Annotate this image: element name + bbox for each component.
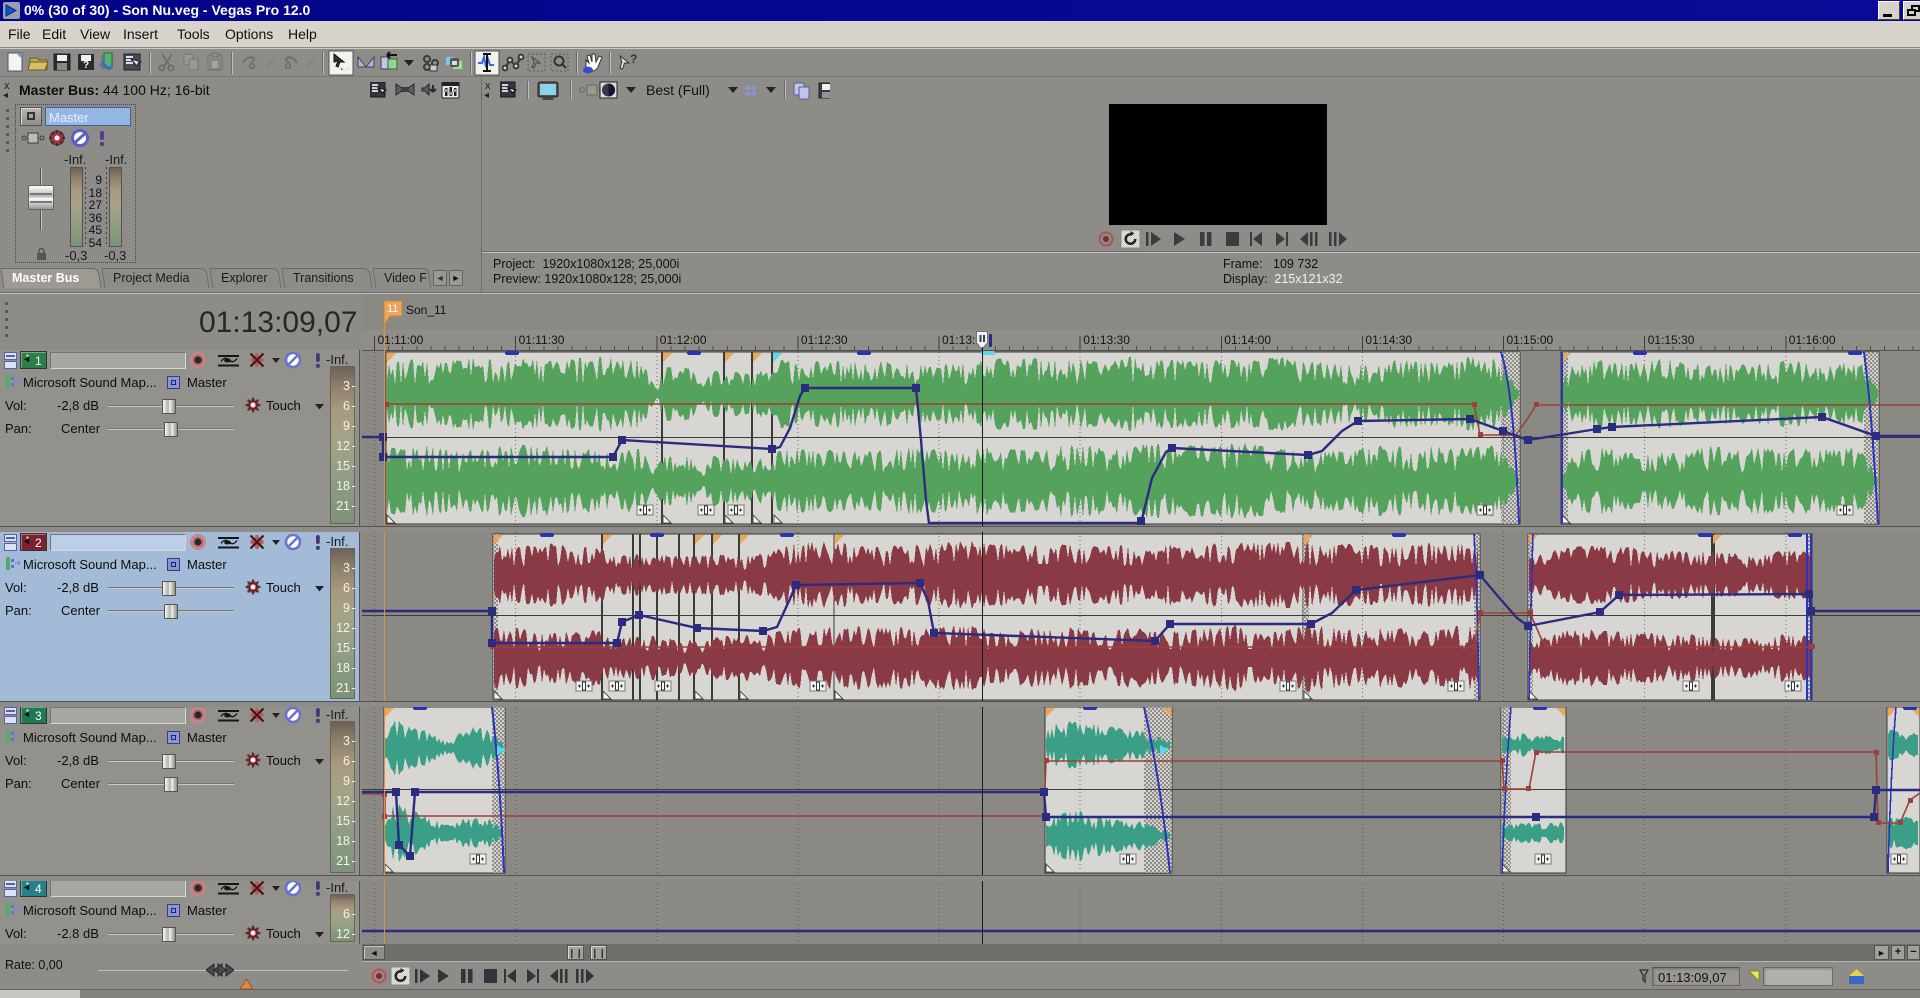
svg-text:01:15:00: 01:15:00 <box>1507 333 1554 347</box>
svg-text:Best (Full): Best (Full) <box>646 82 710 98</box>
svg-text:01:15:30: 01:15:30 <box>1648 333 1695 347</box>
svg-text:01:12:00: 01:12:00 <box>660 333 707 347</box>
svg-text:01:14:00: 01:14:00 <box>1224 333 1271 347</box>
svg-text:01:11:30: 01:11:30 <box>519 333 565 347</box>
svg-text:01:14:30: 01:14:30 <box>1365 333 1412 347</box>
svg-text:Son_11: Son_11 <box>406 303 447 317</box>
svg-text:?: ? <box>630 52 637 66</box>
svg-text:01:13:30: 01:13:30 <box>1083 333 1130 347</box>
svg-text:01:16:00: 01:16:00 <box>1789 333 1836 347</box>
svg-text:?: ? <box>83 60 89 71</box>
svg-text:01:12:30: 01:12:30 <box>801 333 848 347</box>
svg-text:11: 11 <box>387 303 398 315</box>
